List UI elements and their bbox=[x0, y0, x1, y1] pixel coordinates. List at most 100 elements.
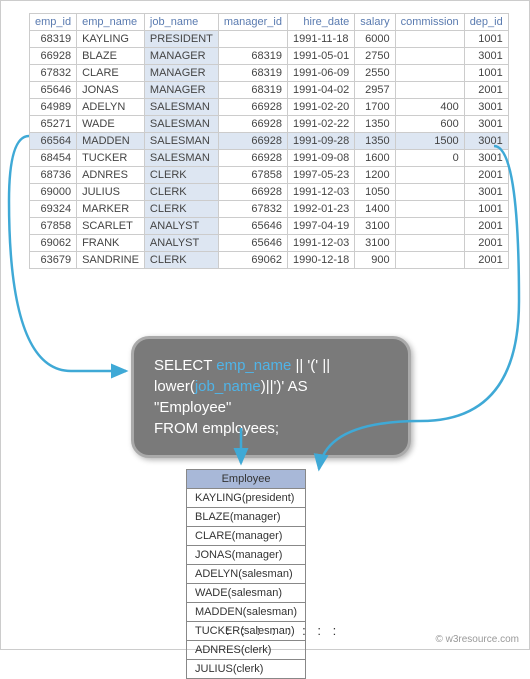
col-job_name: job_name bbox=[144, 14, 218, 31]
cell: 3001 bbox=[464, 48, 508, 65]
result-cell: JULIUS(clerk) bbox=[187, 660, 306, 679]
cell: CLERK bbox=[144, 201, 218, 218]
table-row: 69062FRANKANALYST656461991-12-0331002001 bbox=[30, 235, 509, 252]
cell: 64989 bbox=[30, 99, 77, 116]
cell: 6000 bbox=[355, 31, 395, 48]
table-row: MADDEN(salesman) bbox=[187, 603, 306, 622]
ellipsis-text: : : : : : : : : bbox=[226, 623, 340, 638]
cell: MADDEN bbox=[77, 133, 145, 150]
col-hire_date: hire_date bbox=[287, 14, 354, 31]
cell: 3001 bbox=[464, 133, 508, 150]
cell: 3100 bbox=[355, 218, 395, 235]
col-salary: salary bbox=[355, 14, 395, 31]
cell: 1700 bbox=[355, 99, 395, 116]
table-row: 65646JONASMANAGER683191991-04-0229572001 bbox=[30, 82, 509, 99]
cell: 2001 bbox=[464, 167, 508, 184]
cell: 1001 bbox=[464, 65, 508, 82]
table-row: 69000JULIUSCLERK669281991-12-0310503001 bbox=[30, 184, 509, 201]
cell: 2001 bbox=[464, 235, 508, 252]
table-row: ADELYN(salesman) bbox=[187, 565, 306, 584]
cell: 2550 bbox=[355, 65, 395, 82]
cell: 66928 bbox=[218, 116, 287, 133]
cell: SALESMAN bbox=[144, 116, 218, 133]
cell: 1991-02-20 bbox=[287, 99, 354, 116]
cell: 3001 bbox=[464, 184, 508, 201]
col-dep_id: dep_id bbox=[464, 14, 508, 31]
cell: 69062 bbox=[30, 235, 77, 252]
result-cell: MADDEN(salesman) bbox=[187, 603, 306, 622]
cell: 1991-02-22 bbox=[287, 116, 354, 133]
cell: CLERK bbox=[144, 167, 218, 184]
cell: 1991-09-28 bbox=[287, 133, 354, 150]
result-employee-table: Employee KAYLING(president)BLAZE(manager… bbox=[186, 469, 306, 679]
cell: 2001 bbox=[464, 82, 508, 99]
cell: 1990-12-18 bbox=[287, 252, 354, 269]
cell bbox=[395, 167, 464, 184]
cell: 67858 bbox=[30, 218, 77, 235]
cell: 68319 bbox=[218, 65, 287, 82]
cell: 3001 bbox=[464, 116, 508, 133]
result-cell: JONAS(manager) bbox=[187, 546, 306, 565]
table-row: ADNRES(clerk) bbox=[187, 641, 306, 660]
result-header: Employee bbox=[187, 470, 306, 489]
table-row: 67858SCARLETANALYST656461997-04-19310020… bbox=[30, 218, 509, 235]
table-row: 66564MADDENSALESMAN669281991-09-28135015… bbox=[30, 133, 509, 150]
cell: 1001 bbox=[464, 31, 508, 48]
cell: 1997-05-23 bbox=[287, 167, 354, 184]
attribution-text: © w3resource.com bbox=[435, 634, 519, 645]
cell: KAYLING bbox=[77, 31, 145, 48]
cell: 1350 bbox=[355, 133, 395, 150]
cell: 1991-06-09 bbox=[287, 65, 354, 82]
cell: 65271 bbox=[30, 116, 77, 133]
sql-query-box: SELECT emp_name || '(' || lower(job_name… bbox=[131, 336, 411, 458]
cell: BLAZE bbox=[77, 48, 145, 65]
cell: 66928 bbox=[218, 184, 287, 201]
result-cell: BLAZE(manager) bbox=[187, 508, 306, 527]
cell: 1200 bbox=[355, 167, 395, 184]
source-employees-table: emp_idemp_namejob_namemanager_idhire_dat… bbox=[29, 13, 509, 269]
cell: 1991-12-03 bbox=[287, 184, 354, 201]
cell: SALESMAN bbox=[144, 133, 218, 150]
table-row: 63679SANDRINECLERK690621990-12-189002001 bbox=[30, 252, 509, 269]
cell: 1600 bbox=[355, 150, 395, 167]
table-row: 68319KAYLINGPRESIDENT1991-11-1860001001 bbox=[30, 31, 509, 48]
cell: 1991-09-08 bbox=[287, 150, 354, 167]
cell: 900 bbox=[355, 252, 395, 269]
result-cell: CLARE(manager) bbox=[187, 527, 306, 546]
cell: ANALYST bbox=[144, 218, 218, 235]
cell: 3001 bbox=[464, 99, 508, 116]
cell: 1050 bbox=[355, 184, 395, 201]
cell: 69000 bbox=[30, 184, 77, 201]
cell: CLERK bbox=[144, 252, 218, 269]
col-manager_id: manager_id bbox=[218, 14, 287, 31]
table-row: BLAZE(manager) bbox=[187, 508, 306, 527]
cell: 1991-11-18 bbox=[287, 31, 354, 48]
cell: 69324 bbox=[30, 201, 77, 218]
result-cell: KAYLING(president) bbox=[187, 489, 306, 508]
cell: 2957 bbox=[355, 82, 395, 99]
cell: JONAS bbox=[77, 82, 145, 99]
cell bbox=[395, 48, 464, 65]
cell bbox=[395, 252, 464, 269]
cell: SANDRINE bbox=[77, 252, 145, 269]
cell: 1997-04-19 bbox=[287, 218, 354, 235]
result-cell: ADNRES(clerk) bbox=[187, 641, 306, 660]
cell bbox=[395, 201, 464, 218]
cell bbox=[395, 31, 464, 48]
table-row: 68454TUCKERSALESMAN669281991-09-08160003… bbox=[30, 150, 509, 167]
cell bbox=[395, 218, 464, 235]
col-emp_name: emp_name bbox=[77, 14, 145, 31]
cell: 3100 bbox=[355, 235, 395, 252]
cell: MARKER bbox=[77, 201, 145, 218]
cell: 66564 bbox=[30, 133, 77, 150]
cell: MANAGER bbox=[144, 82, 218, 99]
cell: ADELYN bbox=[77, 99, 145, 116]
cell: 65646 bbox=[30, 82, 77, 99]
cell: 600 bbox=[395, 116, 464, 133]
table-row: KAYLING(president) bbox=[187, 489, 306, 508]
cell: 2001 bbox=[464, 252, 508, 269]
cell: 66928 bbox=[30, 48, 77, 65]
cell: 67858 bbox=[218, 167, 287, 184]
cell: ADNRES bbox=[77, 167, 145, 184]
cell: WADE bbox=[77, 116, 145, 133]
